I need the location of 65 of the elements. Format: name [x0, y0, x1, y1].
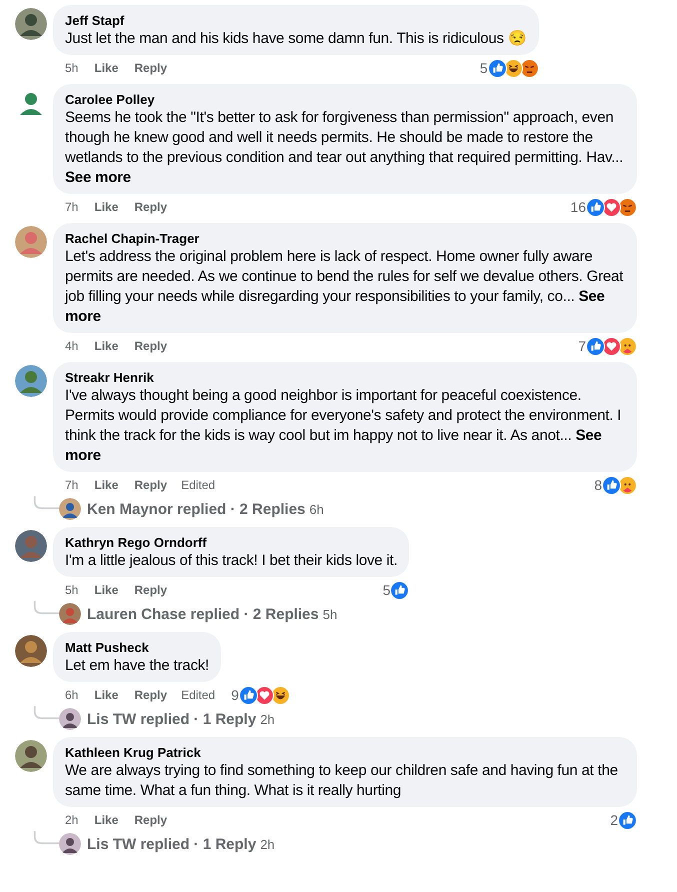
author-name[interactable]: Streakr Henrik — [65, 369, 625, 386]
edited-label: Edited — [181, 688, 216, 702]
thread-line — [33, 705, 59, 721]
comment-time[interactable]: 5h — [65, 583, 78, 597]
comment-time[interactable]: 5h — [65, 61, 78, 75]
reply-link[interactable]: Reply — [134, 61, 168, 75]
like-link[interactable]: Like — [94, 583, 118, 597]
reply-link[interactable]: Reply — [134, 583, 168, 597]
reaction-count[interactable]: 8 — [594, 477, 602, 493]
reply-link[interactable]: Reply — [134, 478, 168, 492]
comment-time[interactable]: 6h — [65, 688, 78, 702]
view-replies-link[interactable]: Ken Maynor replied · 2 Replies — [87, 500, 306, 518]
thread-line — [33, 830, 59, 846]
reply-time: 2h — [260, 712, 275, 726]
reply-link[interactable]: Reply — [134, 688, 168, 702]
like-link[interactable]: Like — [94, 200, 118, 214]
avatar[interactable] — [15, 365, 47, 397]
author-name[interactable]: Kathleen Krug Patrick — [65, 744, 625, 761]
thread-line — [33, 495, 59, 511]
like-link[interactable]: Like — [94, 339, 118, 353]
comment-text: We are always trying to find something to keep our children safe and having fun at the same time. What a fun thing. What is it really hurting — [65, 761, 619, 801]
author-name[interactable]: Carolee Polley — [65, 91, 625, 108]
avatar[interactable] — [59, 833, 81, 855]
comment-text: Let em have the track! — [65, 656, 210, 676]
author-name[interactable]: Rachel Chapin-Trager — [65, 230, 625, 247]
reply-link[interactable]: Reply — [134, 200, 168, 214]
comment-time[interactable]: 7h — [65, 200, 78, 214]
avatar[interactable] — [59, 603, 81, 625]
comment-text: Just let the man and his kids have some damn fun. This is ridiculous 😒 — [65, 29, 527, 49]
author-name[interactable]: Jeff Stapf — [65, 12, 527, 29]
comment-time[interactable]: 7h — [65, 478, 78, 492]
author-name[interactable]: Kathryn Rego Orndorff — [65, 534, 398, 551]
like-link[interactable]: Like — [94, 478, 118, 492]
reply-link[interactable]: Reply — [134, 813, 168, 827]
comment-time[interactable]: 4h — [65, 339, 78, 353]
reaction-count[interactable]: 5 — [382, 582, 390, 598]
avatar[interactable] — [59, 498, 81, 520]
like-link[interactable]: Like — [94, 813, 118, 827]
edited-label: Edited — [181, 478, 216, 492]
avatar[interactable] — [15, 530, 47, 562]
reaction-count[interactable]: 7 — [578, 338, 586, 354]
reply-link[interactable]: Reply — [134, 339, 168, 353]
reaction-count[interactable]: 9 — [231, 687, 239, 703]
thread-line — [33, 600, 59, 616]
view-replies-link[interactable]: Lauren Chase replied · 2 Replies — [87, 606, 319, 622]
like-link[interactable]: Like — [94, 61, 118, 75]
avatar[interactable] — [15, 635, 47, 667]
like-link[interactable]: Like — [94, 688, 118, 702]
reaction-count[interactable]: 2 — [610, 812, 618, 828]
comment-text: Seems he took the "It's better to ask for forgiveness than permission" approach, even though he knew good and well it needs permits. He should be made to restore the wetlands to the previous condition and tear out anything that required permitting. Hav... See more — [65, 108, 624, 188]
reaction-count[interactable]: 16 — [570, 199, 586, 215]
comment-time[interactable]: 2h — [65, 813, 78, 827]
author-name[interactable]: Matt Pusheck — [65, 639, 210, 656]
reaction-count[interactable]: 5 — [480, 60, 488, 76]
view-replies-link[interactable]: Lis TW replied · 1 Reply — [87, 836, 256, 852]
avatar[interactable] — [15, 740, 47, 772]
avatar[interactable] — [15, 8, 47, 40]
comment-text: I'm a little jealous of this track! I bet their kids love it. — [65, 551, 398, 571]
view-replies-link[interactable]: Lis TW replied · 1 Reply — [87, 710, 256, 728]
reply-time: 2h — [260, 836, 275, 852]
reply-time: 5h — [322, 606, 338, 622]
comment-text: Let's address the original problem here is lack of respect. Home owner fully aware permits are needed. As we continue to bend the rules for self we devalue others. Great job filling your needs while disregarding your responsibilities to your family, co... See more — [65, 247, 624, 327]
reply-time: 6h — [309, 502, 324, 516]
comment-text: I've always thought being a good neighbor is important for peaceful coexistence. Permits would provide compliance for everyone's safety and protect the environment. I think the track for the kids is way cool but im happy not to live near it. As anot... See more — [65, 386, 622, 466]
avatar[interactable] — [59, 708, 81, 730]
